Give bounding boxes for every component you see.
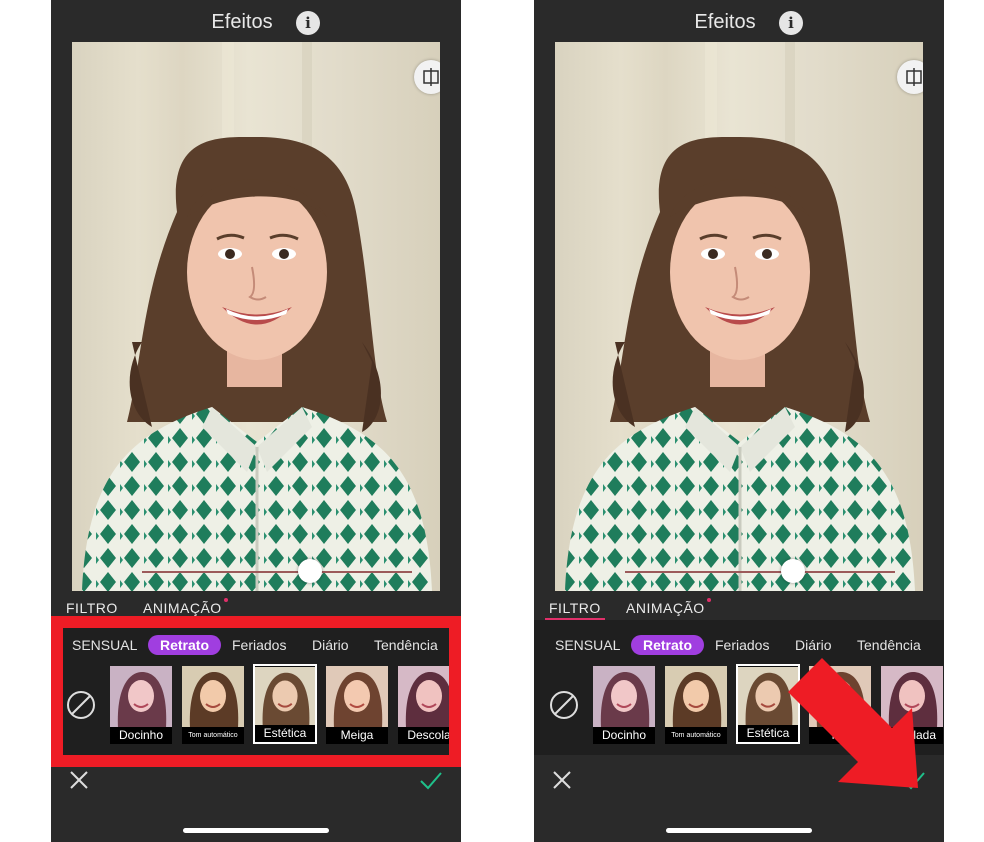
home-indicator	[666, 828, 812, 833]
home-indicator	[183, 828, 329, 833]
no-filter-icon[interactable]	[549, 690, 579, 720]
close-icon[interactable]	[69, 770, 89, 790]
category-retrato[interactable]: Retrato	[631, 635, 704, 655]
portrait-image	[82, 42, 432, 591]
page-title: Efeitos	[211, 11, 273, 33]
photo-preview	[555, 42, 923, 591]
action-bar	[51, 755, 461, 842]
split-view-icon	[906, 68, 922, 86]
filter-thumb-tom-automatico[interactable]: Tom automático	[665, 666, 727, 744]
page-title: Efeitos	[694, 11, 756, 33]
tab-animacao[interactable]: ANIMAÇÃO	[143, 600, 222, 616]
filter-label: Docinho	[593, 727, 655, 744]
filter-preview-image	[665, 666, 727, 728]
split-view-icon	[423, 68, 439, 86]
category-sensual[interactable]: SENSUAL	[555, 637, 620, 653]
new-badge-dot	[707, 598, 711, 602]
effect-tabs: FILTRO ANIMAÇÃO	[534, 598, 944, 620]
compare-button[interactable]	[414, 60, 440, 94]
intensity-slider-track[interactable]	[142, 571, 412, 573]
tab-animacao[interactable]: ANIMAÇÃO	[626, 600, 705, 616]
compare-button[interactable]	[897, 60, 923, 94]
filter-thumb-docinho[interactable]: Docinho	[593, 666, 655, 744]
info-icon[interactable]: i	[296, 11, 320, 35]
tab-filtro[interactable]: FILTRO	[549, 600, 601, 616]
filter-preview-image	[593, 666, 655, 728]
highlight-rectangle	[51, 616, 461, 767]
intensity-slider-track[interactable]	[625, 571, 895, 573]
portrait-image	[565, 42, 915, 591]
header: Efeitos i	[534, 0, 944, 42]
intensity-slider-thumb[interactable]	[298, 559, 322, 583]
check-icon[interactable]	[419, 769, 443, 791]
header: Efeitos i	[51, 0, 461, 42]
red-arrow-icon	[788, 658, 918, 788]
filter-label: Tom automático	[665, 727, 727, 744]
close-icon[interactable]	[552, 770, 572, 790]
intensity-slider-thumb[interactable]	[781, 559, 805, 583]
photo-preview	[72, 42, 440, 591]
category-feriados[interactable]: Feriados	[715, 637, 769, 653]
new-badge-dot	[224, 598, 228, 602]
tab-filtro[interactable]: FILTRO	[66, 600, 118, 616]
info-icon[interactable]: i	[779, 11, 803, 35]
